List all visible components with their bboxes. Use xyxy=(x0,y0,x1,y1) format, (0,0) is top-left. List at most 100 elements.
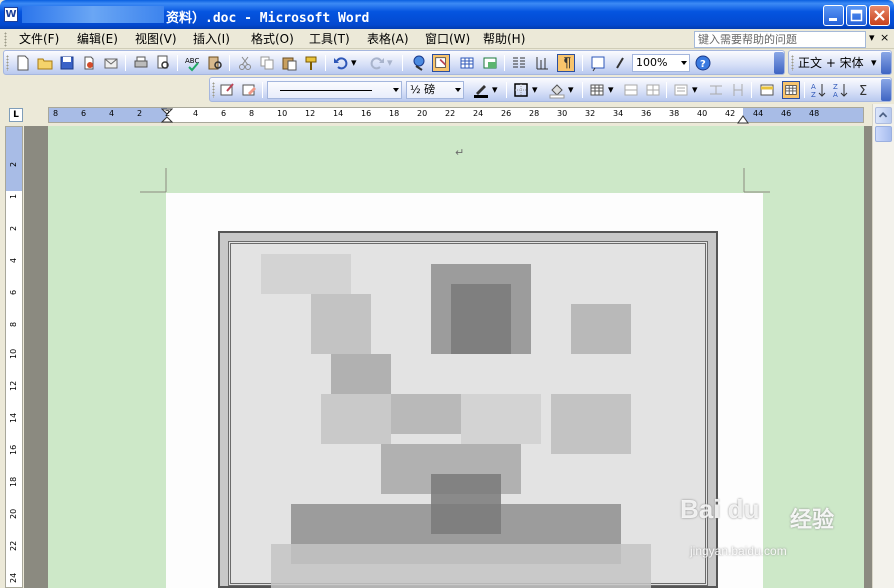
print-icon[interactable] xyxy=(132,54,150,72)
insert-table-dropdown-icon[interactable]: ▾ xyxy=(608,82,614,98)
vruler-number: 18 xyxy=(9,476,18,487)
document-map-icon[interactable] xyxy=(589,54,607,72)
tables-borders-icon[interactable] xyxy=(432,54,450,72)
vertical-ruler[interactable]: 2 1 2 4 6 8 10 12 14 16 18 20 22 24 xyxy=(5,126,23,588)
close-document-icon[interactable]: × xyxy=(880,32,890,44)
insert-excel-icon[interactable] xyxy=(481,54,499,72)
menu-table[interactable]: 表格(A) xyxy=(367,31,409,47)
insert-table-icon[interactable] xyxy=(458,54,476,72)
undo-icon[interactable] xyxy=(332,54,350,72)
drawing-icon[interactable] xyxy=(533,54,551,72)
autosum-icon[interactable]: Σ xyxy=(855,81,873,99)
menu-format[interactable]: 格式(O) xyxy=(251,31,294,47)
ruler-number: 46 xyxy=(781,109,792,118)
blurred-block xyxy=(331,354,391,394)
scroll-thumb[interactable] xyxy=(875,126,892,142)
menu-edit[interactable]: 编辑(E) xyxy=(77,31,118,47)
tab-selector[interactable]: L xyxy=(9,108,23,122)
permission-icon[interactable] xyxy=(80,54,98,72)
draw-table-icon[interactable] xyxy=(218,81,236,99)
ruler-number: 24 xyxy=(473,109,484,118)
show-gridlines-icon[interactable] xyxy=(782,81,800,99)
vruler-number: 16 xyxy=(9,444,18,455)
align-dropdown-icon[interactable]: ▾ xyxy=(692,82,698,98)
menu-view[interactable]: 视图(V) xyxy=(135,31,177,47)
format-painter-icon[interactable] xyxy=(302,54,320,72)
border-dropdown-icon[interactable]: ▾ xyxy=(532,82,538,98)
redo-icon[interactable] xyxy=(368,54,386,72)
copy-icon[interactable] xyxy=(258,54,276,72)
align-icon[interactable] xyxy=(672,81,690,99)
toolbar-overflow-button[interactable] xyxy=(774,52,784,74)
show-hide-paragraph-icon[interactable] xyxy=(557,54,575,72)
open-folder-icon[interactable] xyxy=(36,54,54,72)
menu-tools[interactable]: 工具(T) xyxy=(309,31,350,47)
paste-icon[interactable] xyxy=(280,54,298,72)
toolbar-overflow-button[interactable] xyxy=(881,79,891,101)
ruler-number: 34 xyxy=(613,109,624,118)
toolbar-grip[interactable] xyxy=(6,55,9,71)
svg-text:Z: Z xyxy=(811,91,816,99)
toolbar-overflow-button[interactable] xyxy=(881,52,891,74)
distribute-rows-icon[interactable] xyxy=(707,81,725,99)
toolbar-grip[interactable] xyxy=(212,82,215,98)
ruler-number: 28 xyxy=(529,109,540,118)
svg-text:Σ: Σ xyxy=(859,84,867,99)
help-dropdown-icon[interactable]: ▾ xyxy=(869,32,879,44)
style-dropdown[interactable]: 正文 + 宋体 xyxy=(798,55,864,71)
menu-help[interactable]: 帮助(H) xyxy=(483,31,525,47)
border-color-dropdown-icon[interactable]: ▾ xyxy=(492,82,498,98)
right-indent-marker-icon[interactable] xyxy=(737,114,749,124)
zoom-dropdown[interactable]: 100% xyxy=(632,54,690,72)
certificate-image[interactable] xyxy=(218,231,718,588)
hyperlink-icon[interactable] xyxy=(410,54,428,72)
research-icon[interactable] xyxy=(206,54,224,72)
close-button[interactable] xyxy=(869,5,890,26)
eraser-icon[interactable] xyxy=(240,81,258,99)
print-preview-icon[interactable] xyxy=(154,54,172,72)
style-dropdown-arrow-icon[interactable]: ▾ xyxy=(871,55,877,71)
help-icon[interactable]: ? xyxy=(694,54,712,72)
email-icon[interactable] xyxy=(102,54,120,72)
minimize-button[interactable] xyxy=(823,5,844,26)
ruler-number: 14 xyxy=(333,109,344,118)
maximize-button[interactable] xyxy=(846,5,867,26)
vruler-number: 12 xyxy=(9,380,18,391)
distribute-columns-icon[interactable] xyxy=(729,81,747,99)
menu-file[interactable]: 文件(F) xyxy=(19,31,59,47)
help-search-input[interactable]: 键入需要帮助的问题 xyxy=(694,31,866,48)
toolbar-grip[interactable] xyxy=(791,55,794,71)
title-redacted xyxy=(22,6,164,23)
shading-color-icon[interactable] xyxy=(548,81,566,99)
columns-icon[interactable] xyxy=(510,54,528,72)
outside-border-icon[interactable] xyxy=(512,81,530,99)
undo-dropdown-icon[interactable]: ▾ xyxy=(351,55,357,71)
cut-icon[interactable] xyxy=(236,54,254,72)
ruler-number: 38 xyxy=(669,109,680,118)
merge-cells-icon[interactable] xyxy=(622,81,640,99)
toolbar-separator xyxy=(262,82,263,98)
ruler-number: 16 xyxy=(361,109,372,118)
table-autoformat-icon[interactable] xyxy=(758,81,776,99)
vruler-number: 4 xyxy=(9,257,18,263)
horizontal-ruler[interactable]: 8 6 4 2 2 4 6 8 10 12 14 16 18 20 22 24 26 28 30 32 34 36 38 40… xyxy=(48,107,864,124)
menu-grip[interactable] xyxy=(4,32,7,47)
save-icon[interactable] xyxy=(58,54,76,72)
sort-descending-icon[interactable]: ZA xyxy=(832,81,850,99)
line-style-dropdown[interactable] xyxy=(267,81,402,99)
menu-window[interactable]: 窗口(W) xyxy=(425,31,470,47)
redo-dropdown-icon[interactable]: ▾ xyxy=(387,55,393,71)
border-color-icon[interactable] xyxy=(472,81,490,99)
read-icon[interactable] xyxy=(611,54,629,72)
menu-insert[interactable]: 插入(I) xyxy=(193,31,230,47)
line-weight-dropdown[interactable]: ½ 磅 xyxy=(406,81,464,99)
vruler-number: 22 xyxy=(9,540,18,551)
new-document-icon[interactable] xyxy=(14,54,32,72)
split-cells-icon[interactable] xyxy=(644,81,662,99)
scroll-up-button[interactable] xyxy=(875,107,892,124)
sort-ascending-icon[interactable]: AZ xyxy=(810,81,828,99)
shading-dropdown-icon[interactable]: ▾ xyxy=(568,82,574,98)
insert-table-small-icon[interactable] xyxy=(588,81,606,99)
word-doc-icon[interactable]: W xyxy=(4,7,18,22)
spelling-icon[interactable]: ABC xyxy=(184,54,202,72)
